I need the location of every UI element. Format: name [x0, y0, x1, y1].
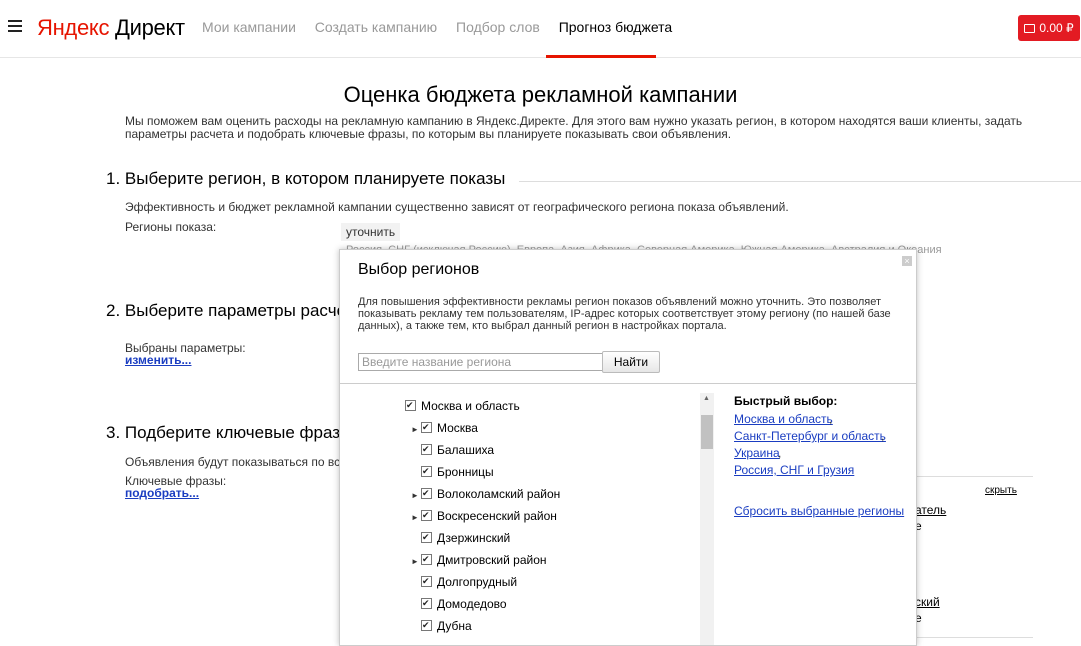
- pick-phrases-link[interactable]: подобрать...: [125, 486, 199, 500]
- expand-arrow-icon[interactable]: ►: [411, 486, 421, 506]
- step1-description: Эффективность и бюджет рекламной кампани…: [125, 200, 789, 214]
- tree-row-dolgoprudny[interactable]: Долгопрудный: [411, 571, 518, 592]
- scroll-thumb[interactable]: [701, 415, 713, 449]
- change-params-link[interactable]: изменить...: [125, 353, 191, 367]
- nav-word-selection[interactable]: Подбор слов: [456, 19, 540, 35]
- side-link-1[interactable]: атель: [915, 503, 946, 517]
- expand-arrow-icon[interactable]: ►: [411, 420, 421, 440]
- tree-row-moscow[interactable]: ► Москва: [411, 417, 478, 440]
- step3-title: 3. Подберите ключевые фразы: [106, 423, 353, 442]
- fast-select-ukraine[interactable]: Украина: [734, 446, 780, 460]
- nav-my-campaigns[interactable]: Мои кампании: [202, 19, 296, 35]
- tree-row-label: Волоколамский район: [437, 487, 561, 501]
- expand-arrow-icon[interactable]: ►: [411, 552, 421, 572]
- tree-row-dzerzhinsky[interactable]: Дзержинский: [411, 527, 511, 548]
- fast-select-russia-cis[interactable]: Россия, СНГ и Грузия: [734, 463, 854, 477]
- tree-row-moscow-region[interactable]: Москва и область: [395, 395, 520, 416]
- tree-row-label: Балашиха: [437, 443, 495, 457]
- tree-row-label: Дубна: [437, 619, 472, 633]
- wallet-icon: [1024, 24, 1036, 33]
- comma: ,: [778, 446, 782, 460]
- comma: ,: [829, 412, 833, 426]
- active-tab-indicator: [546, 55, 656, 58]
- region-search-input[interactable]: [358, 353, 604, 371]
- checkbox[interactable]: [421, 527, 432, 547]
- dialog-description: Для повышения эффективности рекламы реги…: [358, 296, 891, 332]
- regions-label: Регионы показа:: [125, 220, 217, 234]
- step1-divider: [519, 181, 1081, 182]
- region-select-dialog: × Выбор регионов Для повышения эффективн…: [339, 249, 917, 646]
- logo[interactable]: Яндекс Директ: [37, 15, 185, 41]
- fast-select-spb[interactable]: Санкт-Петербург и область: [734, 429, 886, 443]
- tree-row-bronnitsy[interactable]: Бронницы: [411, 461, 494, 482]
- tree-row-label: Дмитровский район: [437, 553, 547, 567]
- comma: ,: [881, 429, 885, 443]
- tree-row-label: Домодедово: [437, 597, 507, 611]
- main-nav: Мои кампании Создать кампанию Подбор сло…: [202, 19, 687, 35]
- step1-title: 1. Выберите регион, в котором планируете…: [106, 169, 506, 188]
- intro-text: Мы поможем вам оценить расходы на реклам…: [125, 114, 1023, 141]
- checkbox[interactable]: [421, 483, 432, 503]
- tree-row-voskresensk[interactable]: ► Воскресенский район: [411, 505, 557, 528]
- tree-row-domodedovo[interactable]: Домодедово: [411, 593, 507, 614]
- menu-icon[interactable]: [8, 20, 22, 34]
- side-link-3[interactable]: ский: [915, 595, 940, 609]
- refine-regions-button[interactable]: уточнить: [341, 223, 401, 241]
- checkbox[interactable]: [421, 615, 432, 635]
- scroll-up-arrow-icon[interactable]: ▲: [703, 395, 710, 402]
- checkbox[interactable]: [405, 395, 416, 415]
- step2-title: 2. Выберите параметры расчета: [106, 301, 363, 320]
- tree-row-dubna[interactable]: Дубна: [411, 615, 472, 636]
- fast-select-title: Быстрый выбор:: [734, 394, 838, 408]
- balance-button[interactable]: 0.00 ₽: [1018, 15, 1080, 41]
- nav-create-campaign[interactable]: Создать кампанию: [315, 19, 437, 35]
- fast-select-moscow[interactable]: Москва и область: [734, 412, 833, 426]
- tree-row-label: Дзержинский: [437, 531, 511, 545]
- tree-row-label: Воскресенский район: [437, 509, 557, 523]
- logo-yandex: Яндекс: [37, 15, 110, 40]
- checkbox[interactable]: [421, 571, 432, 591]
- dialog-title: Выбор регионов: [358, 261, 480, 278]
- page-title: Оценка бюджета рекламной кампании: [343, 82, 738, 107]
- checkbox[interactable]: [421, 417, 432, 437]
- reset-regions-link[interactable]: Сбросить выбранные регионы: [734, 504, 904, 518]
- tree-row-label: Москва и область: [421, 399, 520, 413]
- side-hide-link[interactable]: скрыть: [985, 485, 1017, 496]
- expand-arrow-icon[interactable]: ►: [411, 508, 421, 528]
- region-tree: Москва и область ► Москва Балашиха Бронни…: [340, 384, 700, 645]
- checkbox[interactable]: [421, 593, 432, 613]
- checkbox[interactable]: [421, 505, 432, 525]
- close-icon[interactable]: ×: [902, 256, 912, 266]
- tree-scrollbar[interactable]: ▲: [700, 393, 714, 645]
- nav-budget-forecast[interactable]: Прогноз бюджета: [559, 19, 673, 35]
- side-panel: скрыть атель е ский е: [910, 476, 1033, 638]
- tree-row-volokolamsk[interactable]: ► Волоколамский район: [411, 483, 561, 506]
- tree-row-balashikha[interactable]: Балашиха: [411, 439, 495, 460]
- checkbox[interactable]: [421, 439, 432, 459]
- tree-row-dmitrov[interactable]: ► Дмитровский район: [411, 549, 547, 572]
- balance-amount: 0.00 ₽: [1039, 21, 1074, 35]
- top-header: Яндекс Директ Мои кампании Создать кампа…: [0, 0, 1081, 58]
- checkbox[interactable]: [421, 549, 432, 569]
- step3-description: Объявления будут показываться по всем: [125, 455, 356, 469]
- logo-product: Директ: [115, 15, 185, 40]
- checkbox[interactable]: [421, 461, 432, 481]
- tree-row-label: Москва: [437, 421, 478, 435]
- tree-row-label: Долгопрудный: [437, 575, 518, 589]
- tree-row-label: Бронницы: [437, 465, 494, 479]
- search-button[interactable]: Найти: [602, 351, 660, 373]
